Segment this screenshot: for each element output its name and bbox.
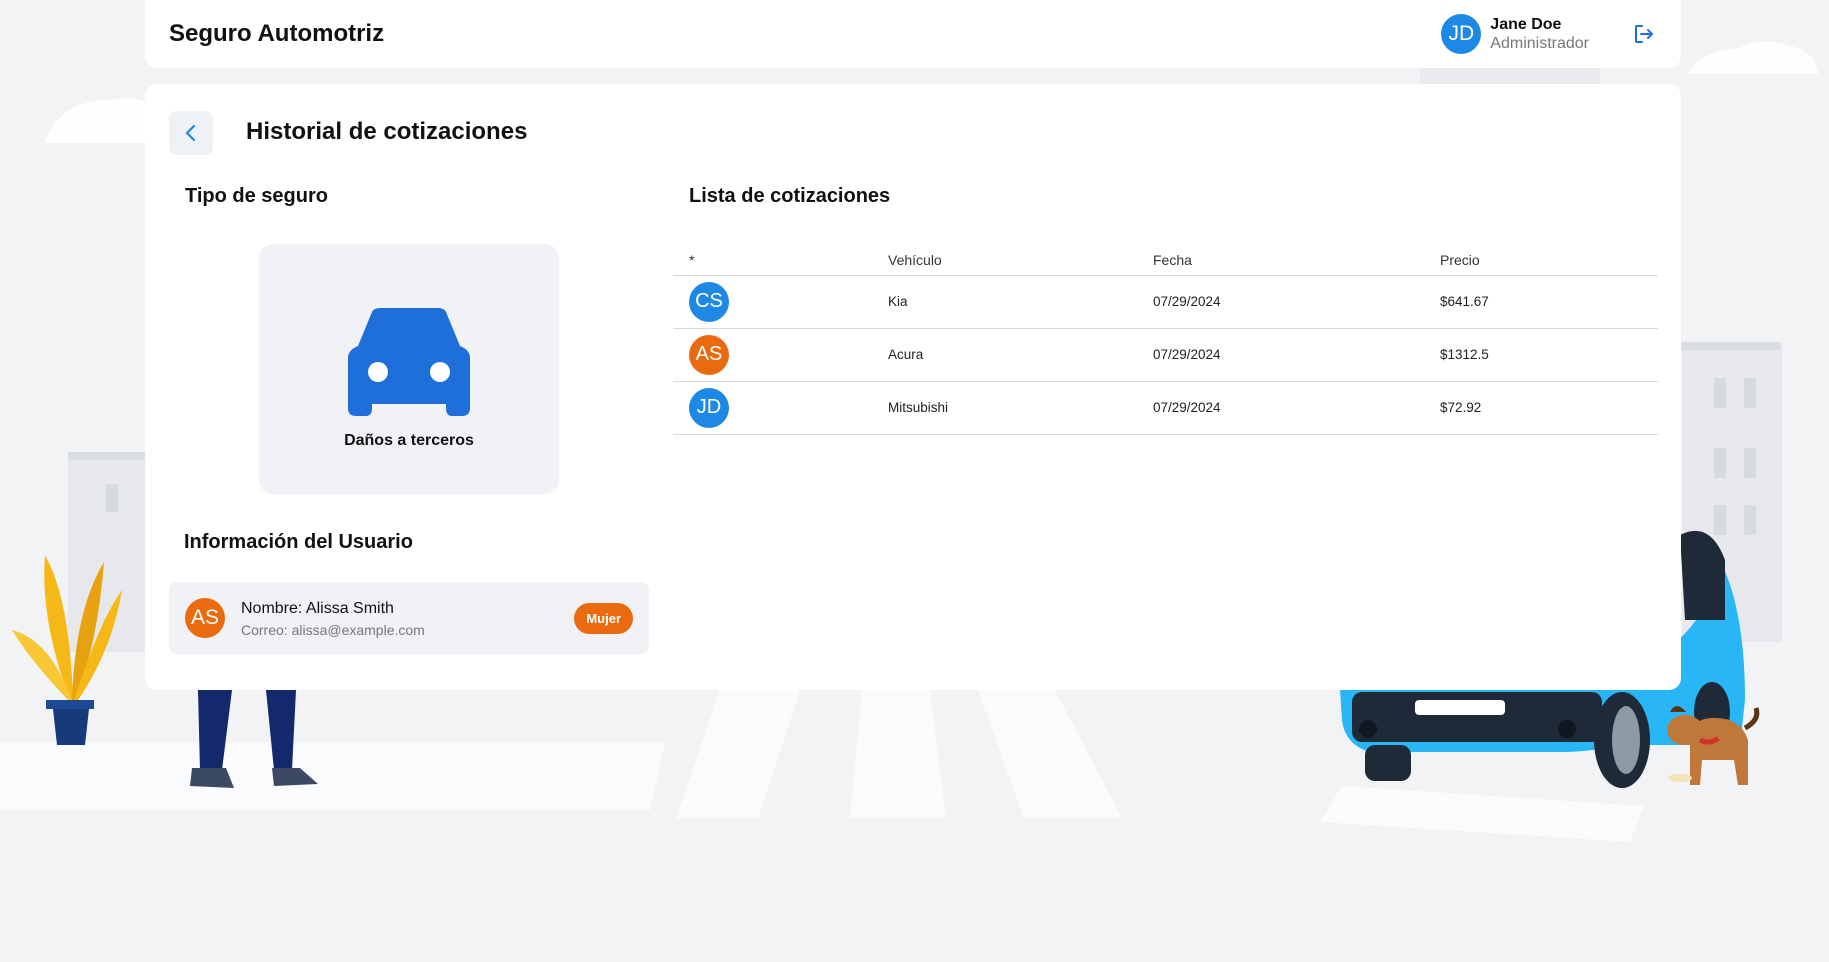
table-header-row: * Vehículo Fecha Precio — [673, 232, 1658, 276]
column-header[interactable]: * — [673, 232, 888, 276]
vehicle-cell: Kia — [888, 275, 1153, 329]
customer-email: Correo: alissa@example.com — [241, 621, 425, 638]
quotes-table: * Vehículo Fecha Precio CS Kia 07/29/202… — [673, 232, 1658, 435]
column-header-vehicle[interactable]: Vehículo — [888, 232, 1153, 276]
vehicle-cell: Mitsubishi — [888, 381, 1153, 435]
price-cell: $1312.5 — [1440, 328, 1658, 382]
user-avatar[interactable]: JD — [1441, 14, 1482, 54]
table-row[interactable]: CS Kia 07/29/2024 $641.67 — [673, 275, 1658, 329]
user-role: Administrador — [1490, 35, 1589, 52]
date-cell: 07/29/2024 — [1153, 275, 1440, 329]
user-info: Jane Doe Administrador — [1490, 15, 1589, 53]
date-cell: 07/29/2024 — [1153, 328, 1440, 382]
user-name: Jane Doe — [1490, 16, 1562, 33]
page-title: Historial de cotizaciones — [246, 118, 528, 145]
table-row[interactable]: AS Acura 07/29/2024 $1312.5 — [673, 328, 1658, 382]
customer-name: Nombre: Alissa Smith — [241, 599, 394, 617]
price-cell: $641.67 — [1440, 275, 1658, 329]
logout-icon — [1635, 25, 1653, 43]
user-area: JD Jane Doe Administrador — [1441, 14, 1657, 54]
price-cell: $72.92 — [1440, 381, 1658, 435]
gender-badge: Mujer — [574, 602, 633, 634]
vehicle-cell: Acura — [888, 328, 1153, 382]
insurance-type-title: Tipo de seguro — [185, 185, 328, 207]
row-avatar: JD — [689, 387, 729, 428]
quote-history-card: Historial de cotizaciones Tipo de seguro… — [145, 84, 1681, 690]
car-icon — [348, 308, 470, 416]
user-info-title: Información del Usuario — [184, 531, 413, 553]
date-cell: 07/29/2024 — [1153, 381, 1440, 435]
logout-button[interactable] — [1631, 21, 1657, 47]
app-title: Seguro Automotriz — [169, 20, 385, 47]
chevron-left-icon — [185, 124, 196, 142]
back-button[interactable] — [169, 111, 213, 155]
column-header-date[interactable]: Fecha — [1153, 232, 1440, 276]
top-bar: Seguro Automotriz JD Jane Doe Administra… — [145, 0, 1681, 68]
insurance-type-tile[interactable]: Daños a terceros — [259, 244, 559, 494]
user-info-card: AS Nombre: Alissa Smith Correo: alissa@e… — [169, 582, 649, 654]
customer-details: Nombre: Alissa Smith Correo: alissa@exam… — [241, 599, 425, 638]
row-avatar: CS — [689, 281, 729, 322]
customer-avatar: AS — [185, 598, 225, 638]
column-header-price[interactable]: Precio — [1440, 232, 1658, 276]
row-avatar: AS — [689, 334, 729, 375]
insurance-type-label: Daños a terceros — [344, 432, 474, 449]
quotes-list-title: Lista de cotizaciones — [689, 185, 891, 207]
table-row[interactable]: JD Mitsubishi 07/29/2024 $72.92 — [673, 381, 1658, 435]
